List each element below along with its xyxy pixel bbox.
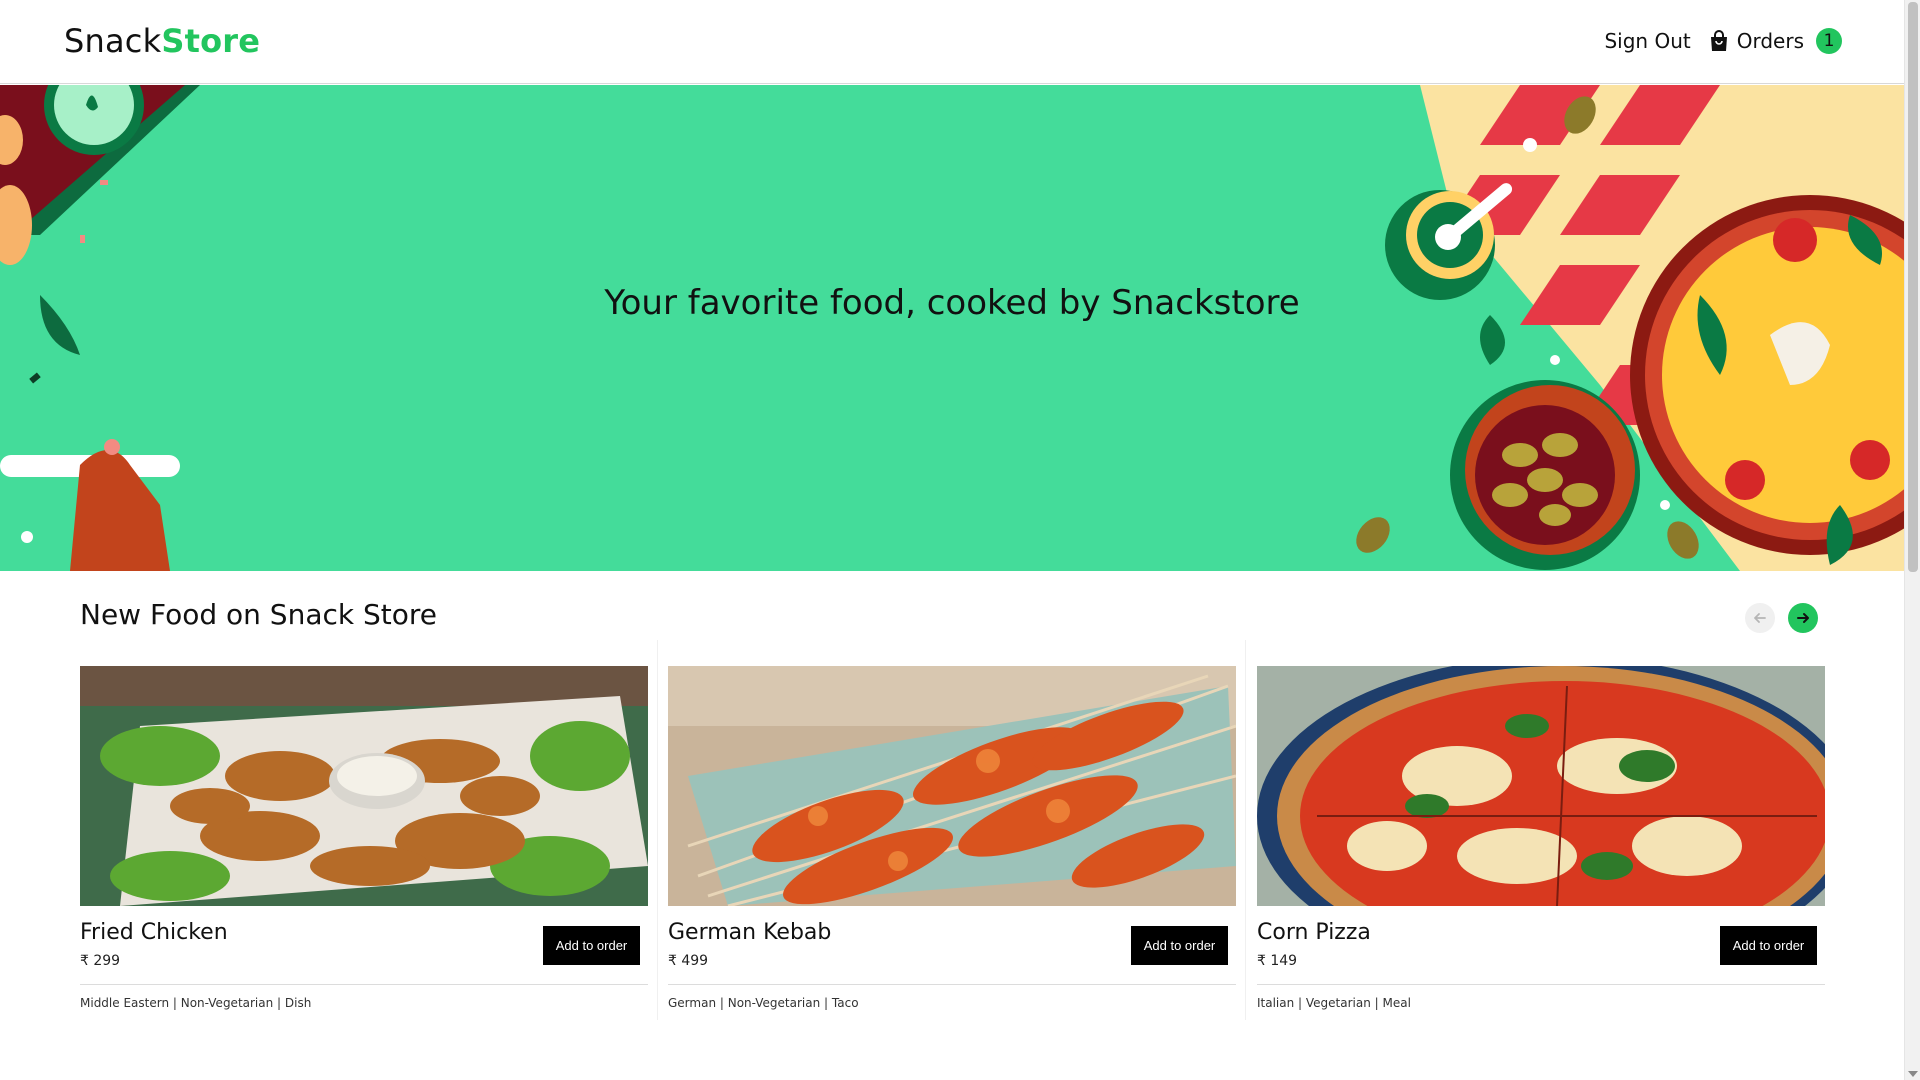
brand-logo[interactable]: SnackStore (64, 22, 260, 60)
confetti-decoration (100, 180, 108, 185)
food-tags: Middle Eastern | Non-Vegetarian | Dish (80, 996, 312, 1010)
olive-decoration (1356, 517, 1390, 553)
food-card: German Kebab ₹ 499 Add to order German |… (668, 640, 1246, 1020)
shopping-bag-icon (1710, 30, 1727, 51)
food-card: Fried Chicken ₹ 299 Add to order Middle … (80, 640, 658, 1020)
card-separator (657, 640, 658, 1020)
orders-count-badge: 1 (1816, 28, 1842, 54)
sign-out-link[interactable]: Sign Out (1604, 29, 1690, 53)
dot-decoration (1550, 355, 1560, 365)
pepperoni-decoration (1725, 460, 1765, 500)
scrollbar-thumb[interactable] (1908, 2, 1918, 572)
add-to-order-button[interactable]: Add to order (543, 926, 640, 965)
arrow-right-icon (1797, 613, 1809, 623)
confetti-decoration (80, 235, 85, 243)
food-tags: German | Non-Vegetarian | Taco (668, 996, 859, 1010)
logo-text-store: Store (161, 22, 261, 60)
card-divider (668, 984, 1236, 985)
orders-link[interactable]: Orders 1 (1709, 28, 1842, 54)
hero-banner: Your favorite food, cooked by Snackstore (0, 85, 1904, 571)
card-divider (1257, 984, 1825, 985)
food-name: German Kebab (668, 920, 832, 945)
food-card: Corn Pizza ₹ 149 Add to order Italian | … (1257, 640, 1825, 1020)
hero-title: Your favorite food, cooked by Snackstore (604, 283, 1300, 323)
dot-decoration (1660, 500, 1670, 510)
food-price: ₹ 499 (668, 953, 709, 969)
food-tags: Italian | Vegetarian | Meal (1257, 996, 1411, 1010)
section-title: New Food on Snack Store (80, 598, 437, 631)
fingernail-decoration (104, 439, 120, 455)
food-name: Corn Pizza (1257, 920, 1371, 945)
dot-decoration (21, 531, 33, 543)
logo-text-snack: Snack (64, 22, 162, 60)
olive-decoration (1667, 521, 1699, 559)
card-divider (80, 984, 648, 985)
food-image (1257, 666, 1825, 906)
scroll-down-arrow-icon[interactable] (1908, 1071, 1918, 1077)
carousel-prev-button[interactable] (1745, 603, 1775, 633)
confetti-decoration (29, 372, 41, 384)
spoon-head-decoration (1435, 224, 1461, 250)
top-navbar: SnackStore Sign Out Orders 1 (0, 0, 1904, 84)
orders-label: Orders (1736, 29, 1804, 53)
food-price: ₹ 149 (1257, 953, 1298, 969)
hero-illustration (0, 85, 1904, 571)
page-scrollbar[interactable] (1904, 0, 1920, 1080)
add-to-order-button[interactable]: Add to order (1720, 926, 1817, 965)
card-separator (1245, 640, 1246, 1020)
food-price: ₹ 299 (80, 953, 121, 969)
carousel-next-button[interactable] (1788, 603, 1818, 633)
dot-decoration (1523, 138, 1537, 152)
food-image (668, 666, 1236, 906)
pepperoni-decoration (1773, 218, 1817, 262)
header-nav: Sign Out Orders 1 (1604, 28, 1842, 54)
pepperoni-decoration (1850, 440, 1890, 480)
food-image (80, 666, 648, 906)
food-carousel: Fried Chicken ₹ 299 Add to order Middle … (80, 640, 1825, 1020)
add-to-order-button[interactable]: Add to order (1131, 926, 1228, 965)
food-name: Fried Chicken (80, 920, 228, 945)
arrow-left-icon (1754, 613, 1766, 623)
